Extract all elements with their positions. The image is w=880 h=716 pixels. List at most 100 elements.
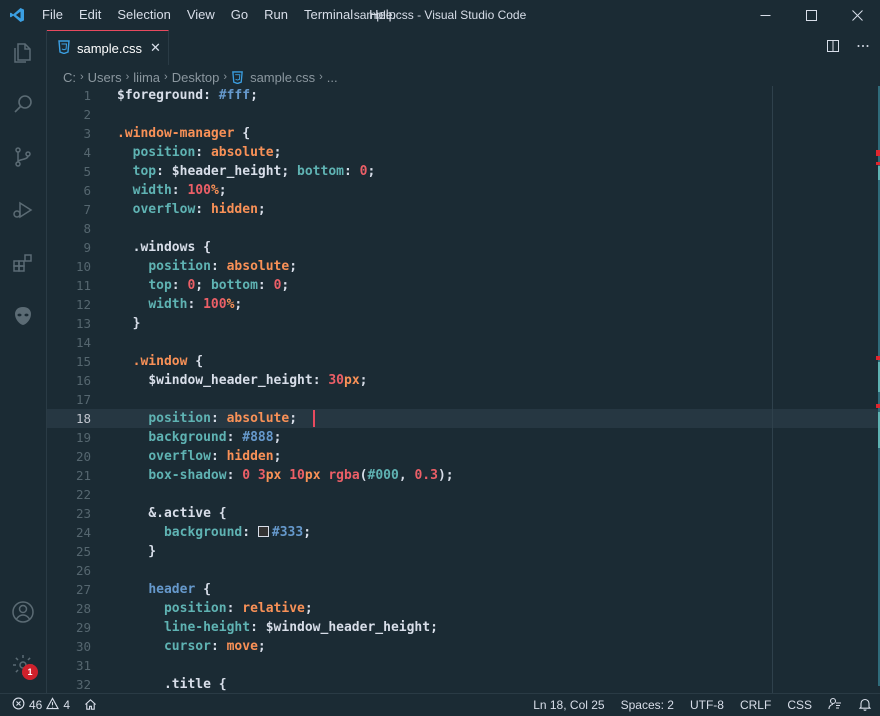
code-token: $window_header_height xyxy=(265,620,431,635)
code-line[interactable]: 10 position: absolute; xyxy=(47,257,880,276)
code-token: relative xyxy=(242,601,305,616)
code-line[interactable]: 19 background: #888; xyxy=(47,428,880,447)
code-line[interactable]: 12 width: 100%; xyxy=(47,295,880,314)
code-line[interactable]: 25 } xyxy=(47,542,880,561)
minimize-button[interactable] xyxy=(742,0,788,30)
line-number: 3 xyxy=(83,126,91,141)
menu-item-edit[interactable]: Edit xyxy=(71,0,109,30)
breadcrumb-user[interactable]: liima xyxy=(133,70,160,85)
code-line[interactable]: 21 box-shadow: 0 3px 10px rgba(#000, 0.3… xyxy=(47,466,880,485)
menu-item-view[interactable]: View xyxy=(179,0,223,30)
close-tab-icon[interactable]: ✕ xyxy=(150,40,161,56)
code-line[interactable]: 26 xyxy=(47,561,880,580)
code-line[interactable]: 22 xyxy=(47,485,880,504)
code-line[interactable]: 30 cursor: move; xyxy=(47,637,880,656)
error-marker xyxy=(876,356,880,360)
cursor-position[interactable]: Ln 18, Col 25 xyxy=(525,698,612,712)
code-editor[interactable]: 1 $foreground: #fff; 2 3 .window-manager {4 … xyxy=(47,86,880,693)
menu-item-go[interactable]: Go xyxy=(223,0,256,30)
manage-gear-icon[interactable] xyxy=(0,642,46,688)
notifications-bell-icon[interactable] xyxy=(850,697,880,714)
code-token: } xyxy=(117,316,141,331)
code-line[interactable]: 8 xyxy=(47,219,880,238)
code-line[interactable]: 9 .windows { xyxy=(47,238,880,257)
code-line[interactable]: 18 position: absolute; xyxy=(47,409,880,428)
line-code: $foreground: #fff; xyxy=(117,86,258,105)
code-token: : xyxy=(210,259,227,274)
code-token: ; xyxy=(303,525,312,540)
menu-item-terminal[interactable]: Terminal xyxy=(296,0,361,30)
search-icon[interactable] xyxy=(0,81,46,127)
code-token: bottom xyxy=(297,164,344,179)
alien-extension-icon[interactable] xyxy=(0,293,46,339)
line-code: position: absolute; xyxy=(117,143,282,162)
menu-item-run[interactable]: Run xyxy=(256,0,296,30)
line-code: .windows { xyxy=(117,238,211,257)
tab-sample-css[interactable]: sample.css ✕ xyxy=(47,30,169,65)
account-icon[interactable] xyxy=(0,589,46,635)
breadcrumb-users[interactable]: Users xyxy=(88,70,122,85)
code-line[interactable]: 14 xyxy=(47,333,880,352)
line-ending[interactable]: CRLF xyxy=(732,698,779,712)
code-line[interactable]: 5 top: $header_height; bottom: 0; xyxy=(47,162,880,181)
explorer-icon[interactable] xyxy=(0,30,46,76)
breadcrumb-symbol[interactable]: ... xyxy=(327,70,338,85)
code-line[interactable]: 27 header { xyxy=(47,580,880,599)
code-line[interactable]: 16 $window_header_height: 30px; xyxy=(47,371,880,390)
code-line[interactable]: 7 overflow: hidden; xyxy=(47,200,880,219)
code-line[interactable]: 23 &.active { xyxy=(47,504,880,523)
breadcrumb-desktop[interactable]: Desktop xyxy=(172,70,220,85)
line-number: 21 xyxy=(75,468,91,483)
more-actions-icon[interactable] xyxy=(856,39,870,56)
menu-item-help[interactable]: Help xyxy=(361,0,404,30)
language-mode[interactable]: CSS xyxy=(779,698,820,712)
color-swatch-icon[interactable] xyxy=(257,526,269,537)
code-line[interactable]: 20 overflow: hidden; xyxy=(47,447,880,466)
status-bar: 46 4 Ln 18, Col 25 Spaces: 2 UTF-8 CRLF … xyxy=(0,693,880,715)
code-line[interactable]: 32 .title { xyxy=(47,675,880,693)
line-code: .window { xyxy=(117,352,203,371)
source-control-icon[interactable] xyxy=(0,134,46,180)
split-editor-icon[interactable] xyxy=(826,39,840,56)
line-number: 7 xyxy=(83,202,91,217)
settings-badge: 1 xyxy=(22,664,38,680)
code-line[interactable]: 1 $foreground: #fff; xyxy=(47,86,880,105)
code-line[interactable]: 3 .window-manager { xyxy=(47,124,880,143)
line-number: 13 xyxy=(75,316,91,331)
code-token: header xyxy=(148,582,196,597)
breadcrumb-file[interactable]: sample.css xyxy=(250,70,315,85)
code-line[interactable]: 4 position: absolute; xyxy=(47,143,880,162)
code-line[interactable]: 6 width: 100%; xyxy=(47,181,880,200)
home-icon[interactable] xyxy=(84,698,97,711)
code-line[interactable]: 11 top: 0; bottom: 0; xyxy=(47,276,880,295)
menu-item-selection[interactable]: Selection xyxy=(109,0,178,30)
code-line[interactable]: 24 background: #333; xyxy=(47,523,880,542)
code-token: #fff xyxy=(218,88,251,103)
code-line[interactable]: 17 xyxy=(47,390,880,409)
line-number: 4 xyxy=(83,145,91,160)
code-line[interactable]: 28 position: relative; xyxy=(47,599,880,618)
line-number: 16 xyxy=(75,373,91,388)
line-code: .window-manager { xyxy=(117,124,250,143)
feedback-icon[interactable] xyxy=(820,697,850,714)
breadcrumb-drive[interactable]: C: xyxy=(63,70,76,85)
code-line[interactable]: 15 .window { xyxy=(47,352,880,371)
run-debug-icon[interactable] xyxy=(0,187,46,233)
line-number: 5 xyxy=(83,164,91,179)
indentation[interactable]: Spaces: 2 xyxy=(613,698,682,712)
line-number: 25 xyxy=(75,544,91,559)
maximize-button[interactable] xyxy=(788,0,834,30)
encoding[interactable]: UTF-8 xyxy=(682,698,732,712)
close-window-button[interactable] xyxy=(834,0,880,30)
menu-item-file[interactable]: File xyxy=(34,0,71,30)
extensions-icon[interactable] xyxy=(0,240,46,286)
problems-indicator[interactable]: 46 4 xyxy=(0,696,97,713)
code-line[interactable]: 31 xyxy=(47,656,880,675)
code-line[interactable]: 13 } xyxy=(47,314,880,333)
code-line[interactable]: 29 line-height: $window_header_height; xyxy=(47,618,880,637)
overview-ruler[interactable] xyxy=(868,86,880,693)
code-line[interactable]: 2 xyxy=(47,105,880,124)
tab-bar: sample.css ✕ xyxy=(47,30,880,65)
